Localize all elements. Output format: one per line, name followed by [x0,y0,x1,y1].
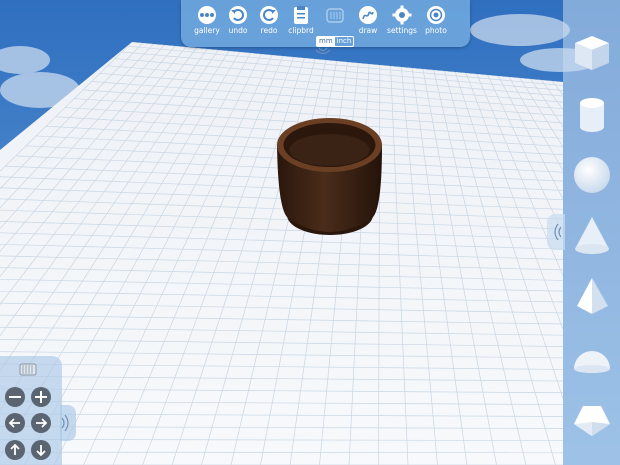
sphere-shape-icon[interactable] [571,154,613,196]
nav-handle-icon [61,414,69,432]
gallery-icon [198,6,216,24]
draw-icon [359,6,377,24]
3d-workspace[interactable] [0,0,620,465]
navigation-panel [0,356,62,465]
cube-shape-icon[interactable] [571,32,613,74]
shapes-sidebar [563,0,620,465]
clipboard-icon [294,6,308,24]
undo-icon [229,6,247,24]
photo-label: photo [425,26,447,35]
photo-icon [427,6,445,24]
arrow-right-icon[interactable] [30,412,52,434]
arrow-left-icon[interactable] [4,412,26,434]
hollow-cylinder-model[interactable] [277,118,382,235]
paste-icon [326,8,344,23]
hemisphere-shape-icon[interactable] [571,337,613,379]
arrow-down-icon[interactable] [30,439,52,461]
clipboard-label: clipbrd [288,26,314,35]
toolbar-pull-tab-icon[interactable] [314,44,332,58]
arrow-up-icon[interactable] [4,439,26,461]
zoom-out-icon[interactable] [4,386,26,408]
pentagonal-prism-shape-icon[interactable] [571,398,613,440]
cylinder-shape-icon[interactable] [571,93,613,135]
cone-shape-icon[interactable] [571,215,613,257]
unit-inch[interactable]: inch [335,37,354,46]
gear-icon [392,5,412,25]
navigation-panel-tab[interactable] [60,405,76,441]
photo-button[interactable]: photo [416,5,456,36]
pyramid-shape-icon[interactable] [571,276,613,318]
zoom-in-icon[interactable] [30,386,52,408]
redo-icon [260,6,278,24]
grid-view-icon[interactable] [18,362,38,378]
